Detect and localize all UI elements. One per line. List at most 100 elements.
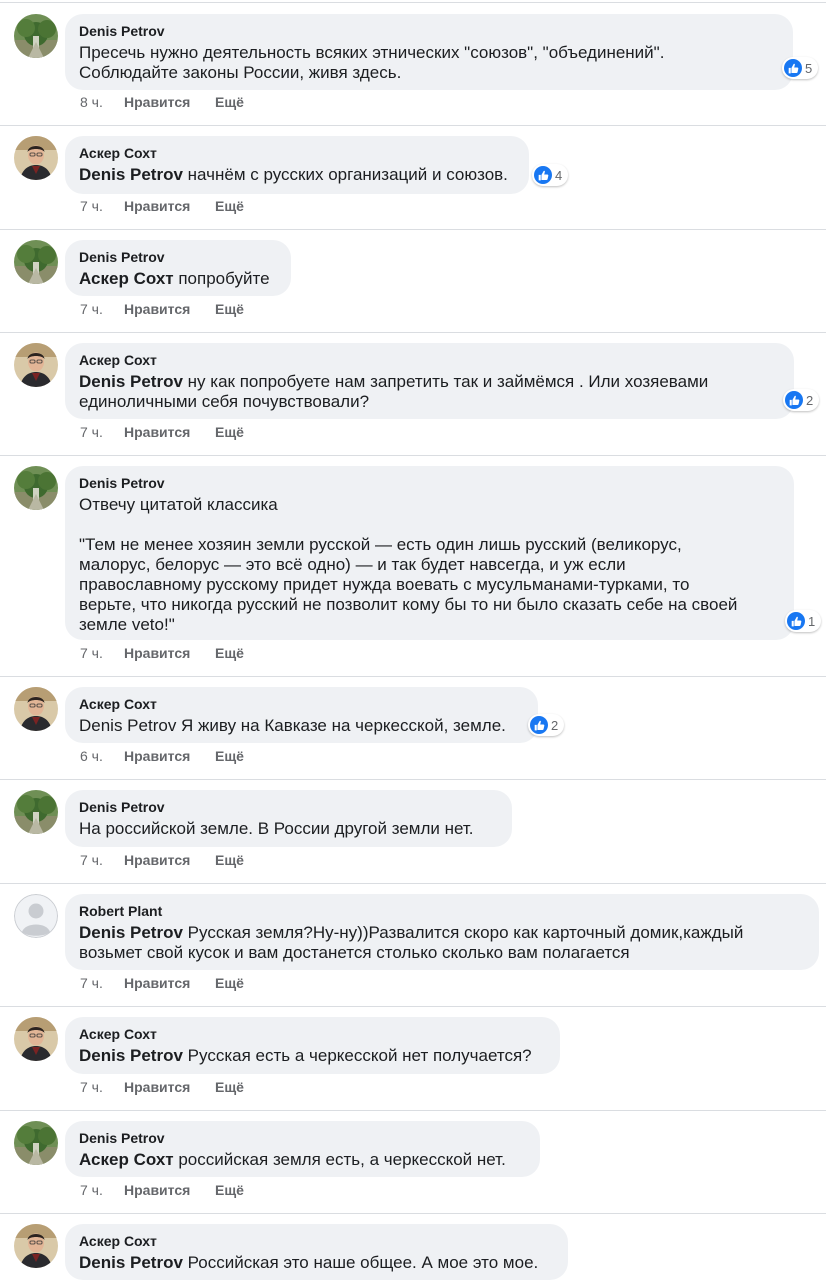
comment-author[interactable]: Аскер Сохт [79,1232,554,1250]
comment-bubble: Аскер Сохт Denis Petrov начнём с русских … [65,136,529,194]
divider [0,1006,826,1007]
comment-meta: 7 ч. Нравится Ещё [80,1182,244,1198]
thumbs-up-icon [787,612,805,630]
more-button[interactable]: Ещё [215,852,244,868]
comment-text: Denis Petrov Я живу на Кавказе на черкес… [79,716,524,736]
comment-bubble: Denis Petrov Отвечу цитатой классика "Тем… [65,466,794,640]
more-button[interactable]: Ещё [215,748,244,764]
more-button[interactable]: Ещё [215,645,244,661]
more-button[interactable]: Ещё [215,198,244,214]
reaction-count[interactable]: 2 [783,389,820,411]
timestamp[interactable]: 6 ч. [80,748,124,764]
comment-meta: 6 ч. Нравится Ещё [80,748,244,764]
comment-text: Denis Petrov Российская это наше общее. … [79,1253,554,1273]
mention-link[interactable]: Аскер Сохт [79,1150,174,1169]
more-button[interactable]: Ещё [215,424,244,440]
like-button[interactable]: Нравится [124,645,215,661]
like-button[interactable]: Нравится [124,94,215,110]
comment-author[interactable]: Denis Petrov [79,798,498,816]
like-button[interactable]: Нравится [124,1079,215,1095]
comment-meta: 7 ч. Нравится Ещё [80,301,244,317]
comment-bubble: Denis Petrov Аскер Сохт российская земля … [65,1121,540,1177]
reaction-number: 2 [806,392,814,408]
comment-author[interactable]: Аскер Сохт [79,351,780,369]
comment-meta: 7 ч. Нравится Ещё [80,1079,244,1095]
comment-bubble: Denis Petrov На российской земле. В Росси… [65,790,512,847]
reaction-count[interactable]: 1 [785,610,822,632]
thumbs-up-icon [785,391,803,409]
comment-meta: 7 ч. Нравится Ещё [80,852,244,868]
comment-meta: 8 ч. Нравится Ещё [80,94,244,110]
thumbs-up-icon [530,716,548,734]
more-button[interactable]: Ещё [215,1079,244,1095]
timestamp[interactable]: 7 ч. [80,301,124,317]
like-button[interactable]: Нравится [124,975,215,991]
reaction-number: 5 [805,60,813,76]
timestamp[interactable]: 7 ч. [80,1079,124,1095]
more-button[interactable]: Ещё [215,301,244,317]
comment-author[interactable]: Аскер Сохт [79,144,515,162]
comment-bubble: Denis Petrov Аскер Сохт попробуйте [65,240,291,296]
comment-meta: 7 ч. Нравится Ещё [80,645,244,661]
comment-author[interactable]: Аскер Сохт [79,1025,546,1043]
mention-link[interactable]: Denis Petrov [79,165,183,184]
avatar[interactable] [14,14,58,58]
avatar[interactable] [14,343,58,387]
comment-author[interactable]: Denis Petrov [79,248,277,266]
more-button[interactable]: Ещё [215,94,244,110]
like-button[interactable]: Нравится [124,198,215,214]
comment-author[interactable]: Denis Petrov [79,1129,526,1147]
more-button[interactable]: Ещё [215,975,244,991]
avatar[interactable] [14,790,58,834]
like-button[interactable]: Нравится [124,748,215,764]
divider [0,229,826,230]
reaction-count[interactable]: 2 [528,714,565,736]
like-button[interactable]: Нравится [124,852,215,868]
divider [0,2,826,3]
timestamp[interactable]: 7 ч. [80,1182,124,1198]
like-button[interactable]: Нравится [124,301,215,317]
avatar[interactable] [14,1121,58,1165]
mention-link[interactable]: Denis Petrov [79,923,183,942]
timestamp[interactable]: 7 ч. [80,424,124,440]
comment-bubble: Denis Petrov Пресечь нужно деятельность в… [65,14,793,90]
avatar[interactable] [14,1224,58,1268]
timestamp[interactable]: 7 ч. [80,645,124,661]
comment-bubble: Аскер Сохт Denis Petrov Русская есть а че… [65,1017,560,1074]
timestamp[interactable]: 7 ч. [80,852,124,868]
mention-link[interactable]: Denis Petrov [79,372,183,391]
comment-body: Denis Petrov Я живу на Кавказе на черкес… [79,716,506,735]
comment-author[interactable]: Robert Plant [79,902,805,920]
mention-link[interactable]: Аскер Сохт [79,269,174,288]
avatar[interactable] [14,894,58,938]
comment-text: Denis Petrov ну как попробуете нам запре… [79,372,780,412]
reaction-count[interactable]: 4 [532,164,569,186]
divider [0,125,826,126]
avatar[interactable] [14,687,58,731]
thumbs-up-icon [534,166,552,184]
divider [0,455,826,456]
timestamp[interactable]: 8 ч. [80,94,124,110]
reaction-number: 2 [551,717,559,733]
avatar[interactable] [14,136,58,180]
mention-link[interactable]: Denis Petrov [79,1253,183,1272]
divider [0,332,826,333]
comment-author[interactable]: Аскер Сохт [79,695,524,713]
like-button[interactable]: Нравится [124,1182,215,1198]
comment-author[interactable]: Denis Petrov [79,474,780,492]
comment-body: Отвечу цитатой классика "Тем не менее хо… [79,495,738,634]
reaction-number: 4 [555,167,563,183]
comment-body: попробуйте [178,269,270,288]
reaction-count[interactable]: 5 [782,57,819,79]
comment-bubble: Аскер Сохт Denis Petrov Я живу на Кавказе… [65,687,538,743]
mention-link[interactable]: Denis Petrov [79,1046,183,1065]
divider [0,1213,826,1214]
like-button[interactable]: Нравится [124,424,215,440]
timestamp[interactable]: 7 ч. [80,198,124,214]
more-button[interactable]: Ещё [215,1182,244,1198]
comment-author[interactable]: Denis Petrov [79,22,779,40]
avatar[interactable] [14,466,58,510]
avatar[interactable] [14,240,58,284]
avatar[interactable] [14,1017,58,1061]
timestamp[interactable]: 7 ч. [80,975,124,991]
